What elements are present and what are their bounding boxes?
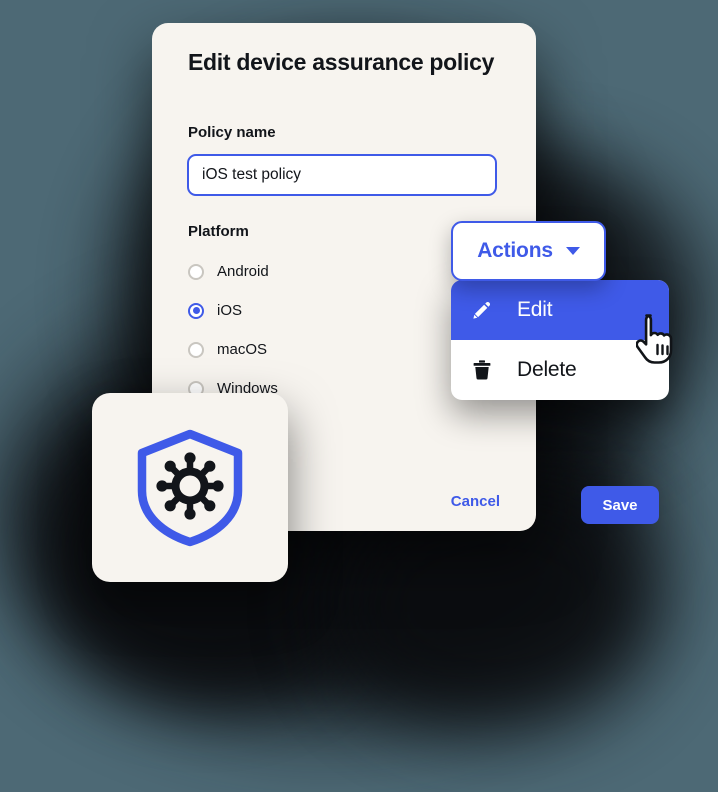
actions-dropdown-menu: Edit Delete [451,280,669,400]
policy-name-input[interactable] [187,154,497,196]
screenshot-stage: Edit device assurance policy Policy name… [0,0,718,792]
page-title: Edit device assurance policy [188,49,495,75]
platform-radio-group: Android iOS macOS Windows [188,252,448,408]
save-button[interactable]: Save [581,486,659,524]
platform-label: Platform [188,223,249,240]
radio-option-android[interactable]: Android [188,252,448,291]
device-assurance-icon-card [92,393,288,582]
radio-label-macos: macOS [217,341,268,358]
cancel-button[interactable]: Cancel [451,493,500,510]
radio-circle-selected-icon [188,302,204,319]
radio-label-ios: iOS [217,302,243,319]
radio-circle-icon [188,341,204,358]
actions-button-label: Actions [477,239,553,262]
actions-button[interactable]: Actions [451,221,606,281]
radio-label-android: Android [217,263,269,280]
menu-item-delete[interactable]: Delete [451,340,669,400]
shield-device-assurance-icon [134,429,246,547]
trash-icon [469,357,495,383]
menu-item-edit-label: Edit [517,298,553,321]
menu-item-edit[interactable]: Edit [451,280,669,340]
chevron-down-icon [565,247,580,255]
policy-name-label: Policy name [188,124,276,141]
radio-option-macos[interactable]: macOS [188,330,448,369]
pencil-icon [469,297,495,323]
radio-option-ios[interactable]: iOS [188,291,448,330]
radio-circle-icon [188,263,204,280]
menu-item-delete-label: Delete [517,358,577,381]
